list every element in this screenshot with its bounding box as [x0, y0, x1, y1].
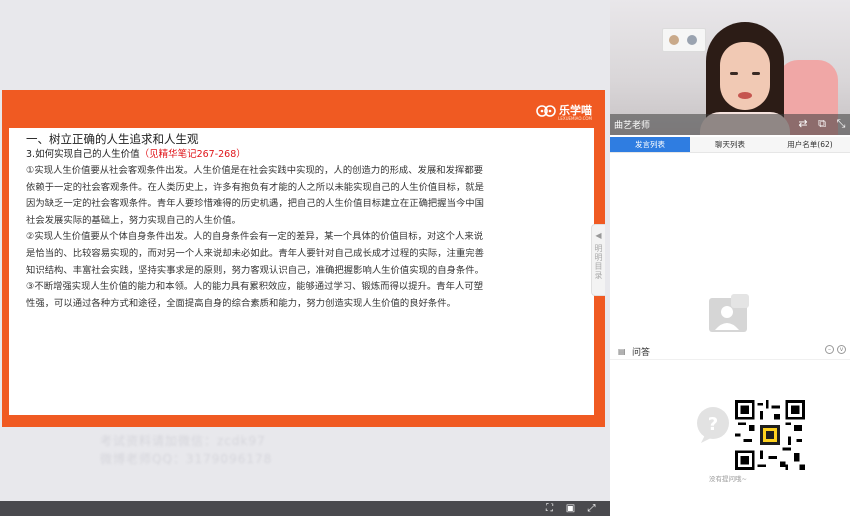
svg-text:?: ? [708, 414, 718, 435]
presentation-stage: 乐学喵 LEXUEMIAO.COM 一、树立正确的人生追求和人生观 3.如何实现… [0, 0, 610, 516]
slide-paragraph-line: ②实现人生价值要从个体自身条件出发。人的自身条件会有一定的差异，某一个具体的价值… [26, 231, 484, 243]
video-wall-decoration [662, 28, 706, 52]
teacher-name: 曲艺老师 [614, 121, 651, 131]
watermark-text: 考试资料请加微信：zcdk97 微博老师QQ：3179096178 [100, 432, 272, 468]
panel-tabs: 发言列表 聊天列表 用户名单(62) [610, 137, 850, 153]
window-mode-icon[interactable]: ▣ [564, 502, 577, 515]
empty-user-icon [709, 294, 749, 332]
qa-divider [610, 359, 850, 360]
slide-paragraph-line: ①实现人生价值要从社会客观条件出发。人生价值是在社会实践中实现的，人的创造力的形… [26, 165, 484, 176]
watermark-line: 考试资料请加微信：zcdk97 [100, 434, 266, 448]
slide-paragraph-line: 社会发展实际的基础上，努力实现自己的人生价值。 [26, 214, 241, 226]
video-person-eye [730, 72, 738, 75]
qa-title: 问答 [632, 348, 651, 358]
qa-header: ▤ 问答 [618, 345, 650, 358]
qa-chat-icon: ▤ [618, 347, 626, 356]
slide-paragraph-line: ③不断增强实现人生价值的能力和本领。人的能力具有累积效应，能够通过学习、锻炼而得… [26, 281, 484, 293]
teacher-video: 曲艺老师 ⇄ ⧉ ⤡ [610, 0, 850, 135]
slide-content: 一、树立正确的人生追求和人生观 3.如何实现自己的人生价值（见精华笔记267-2… [26, 132, 586, 312]
player-bottom-bar: ⛶ ▣ ⤢ [0, 501, 610, 516]
slide-reference: （见精华笔记267-268） [139, 149, 246, 160]
catalog-side-tab[interactable]: ◀ 明明目录 [591, 224, 605, 296]
side-panel: 曲艺老师 ⇄ ⧉ ⤡ 发言列表 聊天列表 用户名单(62) ▤ 问答 – v ?… [610, 0, 850, 516]
app-root: 乐学喵 LEXUEMIAO.COM 一、树立正确的人生追求和人生观 3.如何实现… [0, 0, 850, 516]
qa-empty-text: 没有提问哦~ [709, 475, 747, 483]
qr-code-icon [735, 400, 805, 470]
catalog-side-tab-label: 明明目录 [594, 244, 603, 280]
slide-paragraph-line: 是恰当的、比较容易实现的，而对另一个人来说却未必如此。青年人要针对自己成长成才过… [26, 247, 484, 259]
slide-paragraph-line: 因为缺乏一定的社会客观条件。青年人要珍惜难得的历史机遇，把自己的人生价值目标建立… [26, 198, 484, 210]
chevron-down-icon[interactable]: v [837, 345, 846, 354]
popout-icon[interactable]: ⧉ [815, 117, 829, 131]
swap-icon[interactable]: ⇄ [796, 117, 810, 131]
fit-screen-icon[interactable]: ⛶ [543, 502, 556, 515]
slide-paragraph-line: 知识结构、丰富社会实践，坚持实事求是的原则，努力客观认识自己，准确把握影响人生价… [26, 264, 484, 276]
slide-subheading-text: 3.如何实现自己的人生价值 [26, 149, 140, 160]
expand-icon[interactable]: ⤡ [834, 117, 848, 131]
fullscreen-icon[interactable]: ⤢ [585, 502, 598, 515]
watermark-line: 微博老师QQ：3179096178 [100, 452, 273, 466]
question-bubble-icon: ? [697, 407, 729, 443]
video-person-mouth [738, 92, 752, 99]
tab-users[interactable]: 用户名单(62) [770, 137, 850, 152]
brand-logo-subtext: LEXUEMIAO.COM [558, 116, 592, 121]
video-person-eye [752, 72, 760, 75]
slide-subheading: 3.如何实现自己的人生价值（见精华笔记267-268） [26, 147, 586, 163]
cat-logo-icon [536, 105, 556, 117]
slide-paragraph-line: 性强，可以通过各种方式和途径，全面提高自身的综合素质和能力，努力创造实现人生价值… [26, 297, 456, 309]
slide-heading: 一、树立正确的人生追求和人生观 [26, 132, 199, 146]
slide-paragraph-line: 依赖于一定的社会客观条件。在人类历史上，许多有抱负有才能的人之所以未能实现自己的… [26, 181, 484, 193]
chevron-left-icon: ◀ [595, 231, 602, 240]
tab-chat[interactable]: 聊天列表 [690, 137, 770, 152]
collapse-icon[interactable]: – [825, 345, 834, 354]
tab-speakers[interactable]: 发言列表 [610, 137, 690, 152]
video-person-face [720, 42, 770, 110]
